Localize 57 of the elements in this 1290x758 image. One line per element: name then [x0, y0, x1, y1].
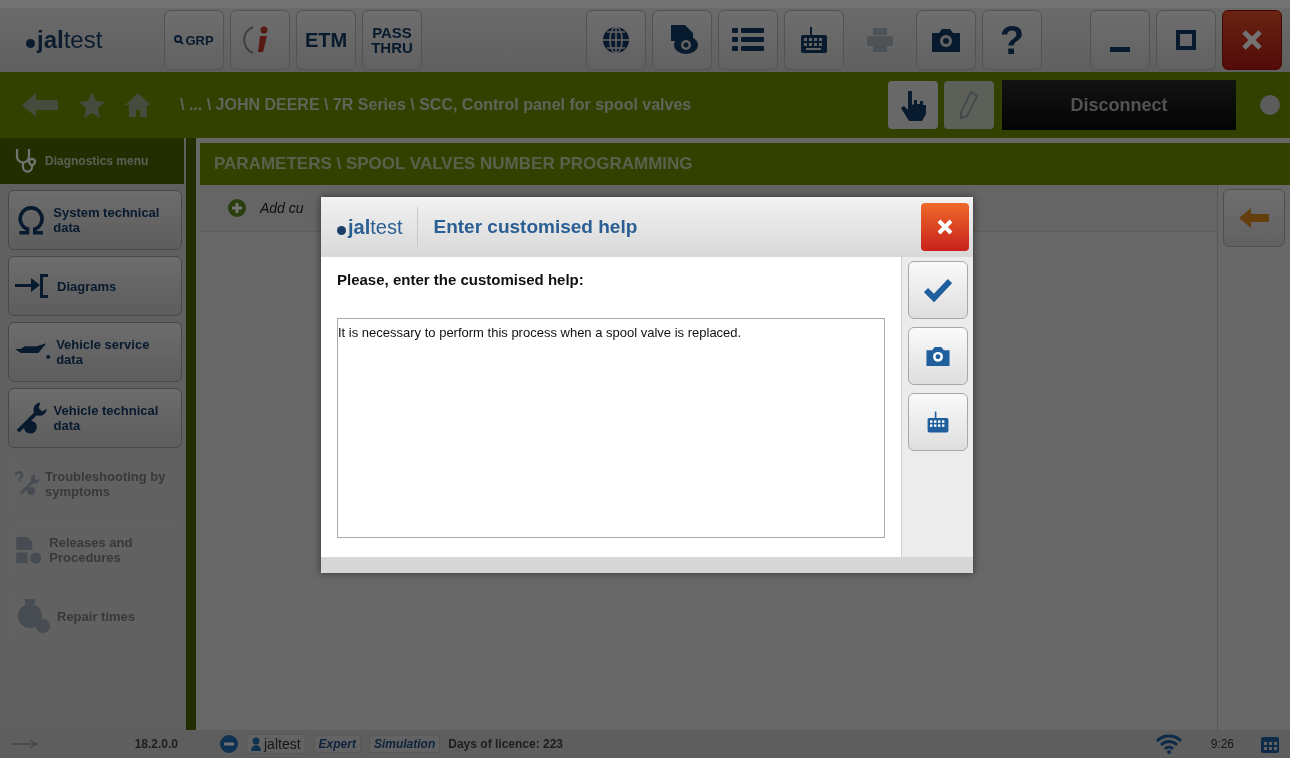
maximize-button[interactable] — [1156, 10, 1216, 70]
wifi-icon — [1154, 734, 1183, 754]
sidebar-item[interactable]: Vehicle technical data — [8, 388, 182, 448]
sidebar-item[interactable]: System technical data — [8, 190, 182, 250]
check-icon — [923, 278, 952, 302]
user-badge: jaltest — [246, 734, 306, 754]
close-button[interactable] — [921, 203, 969, 251]
no-entry-icon — [220, 735, 238, 753]
help-button[interactable]: ? — [982, 10, 1042, 70]
page-heading: PARAMETERS \ SPOOL VALVES NUMBER PROGRAMMING — [200, 143, 1290, 185]
jaltest-logo: jaltest — [26, 26, 156, 54]
keyboard-icon — [799, 25, 829, 55]
calendar-icon — [1260, 734, 1280, 754]
sidebar-item[interactable]: Diagnostics menu — [0, 138, 184, 184]
document-eye-button[interactable] — [652, 10, 712, 70]
keyboard-button[interactable] — [907, 393, 968, 451]
list-button[interactable] — [718, 10, 778, 70]
camera-icon — [929, 26, 963, 54]
user-icon — [251, 737, 261, 751]
keyboard-icon — [925, 409, 950, 435]
prompt-text: Please, enter the customised help: — [337, 271, 585, 288]
toolbar-button[interactable]: GRP — [164, 10, 224, 70]
minimize-icon — [1110, 46, 1130, 52]
maximize-icon — [1173, 27, 1199, 53]
star-icon[interactable] — [78, 91, 106, 119]
jaltest-logo: jaltest — [337, 207, 418, 247]
search-icon — [174, 35, 185, 45]
status-led-icon — [1260, 95, 1280, 115]
minimize-button[interactable] — [1090, 10, 1150, 70]
close-icon — [936, 218, 954, 236]
camera-button[interactable] — [916, 10, 976, 70]
licence-text: Days of licence: 223 — [448, 737, 563, 751]
add-action[interactable]: Add cu — [260, 200, 304, 216]
hand-icon — [898, 89, 928, 121]
info-button[interactable] — [230, 10, 290, 70]
version-text: 18.2.0.0 — [133, 737, 178, 751]
back-button[interactable] — [1223, 189, 1285, 247]
back-arrow-icon — [1239, 208, 1269, 228]
disconnect-button[interactable]: Disconnect — [1002, 80, 1236, 130]
hand-button[interactable] — [888, 81, 938, 129]
clock-time: 9:26 — [1210, 737, 1234, 751]
help-text-field[interactable]: It is necessary to perform this process when a spool valve is replaced. — [337, 318, 885, 538]
level-badge: Expert — [313, 735, 361, 753]
dialog-title: Enter customised help — [433, 216, 638, 238]
globe-button[interactable] — [586, 10, 646, 70]
mode-badge: Simulation — [368, 735, 441, 753]
close-button[interactable] — [1222, 10, 1282, 70]
breadcrumb-path: \ ... \ JOHN DEERE \ 7R Series \ SCC, Control panel for spool valves — [180, 96, 692, 114]
sidebar-item[interactable]: Diagrams — [8, 256, 182, 316]
keyboard-button[interactable] — [784, 10, 844, 70]
toolbar-button[interactable]: PASS THRU — [362, 10, 422, 70]
sidebar-item[interactable]: Vehicle service data — [8, 322, 182, 382]
camera-button[interactable] — [907, 327, 968, 385]
toolbar-button[interactable]: ETM — [296, 10, 356, 70]
camera-icon — [923, 344, 952, 368]
confirm-button[interactable] — [907, 261, 968, 319]
add-icon[interactable] — [228, 199, 246, 217]
